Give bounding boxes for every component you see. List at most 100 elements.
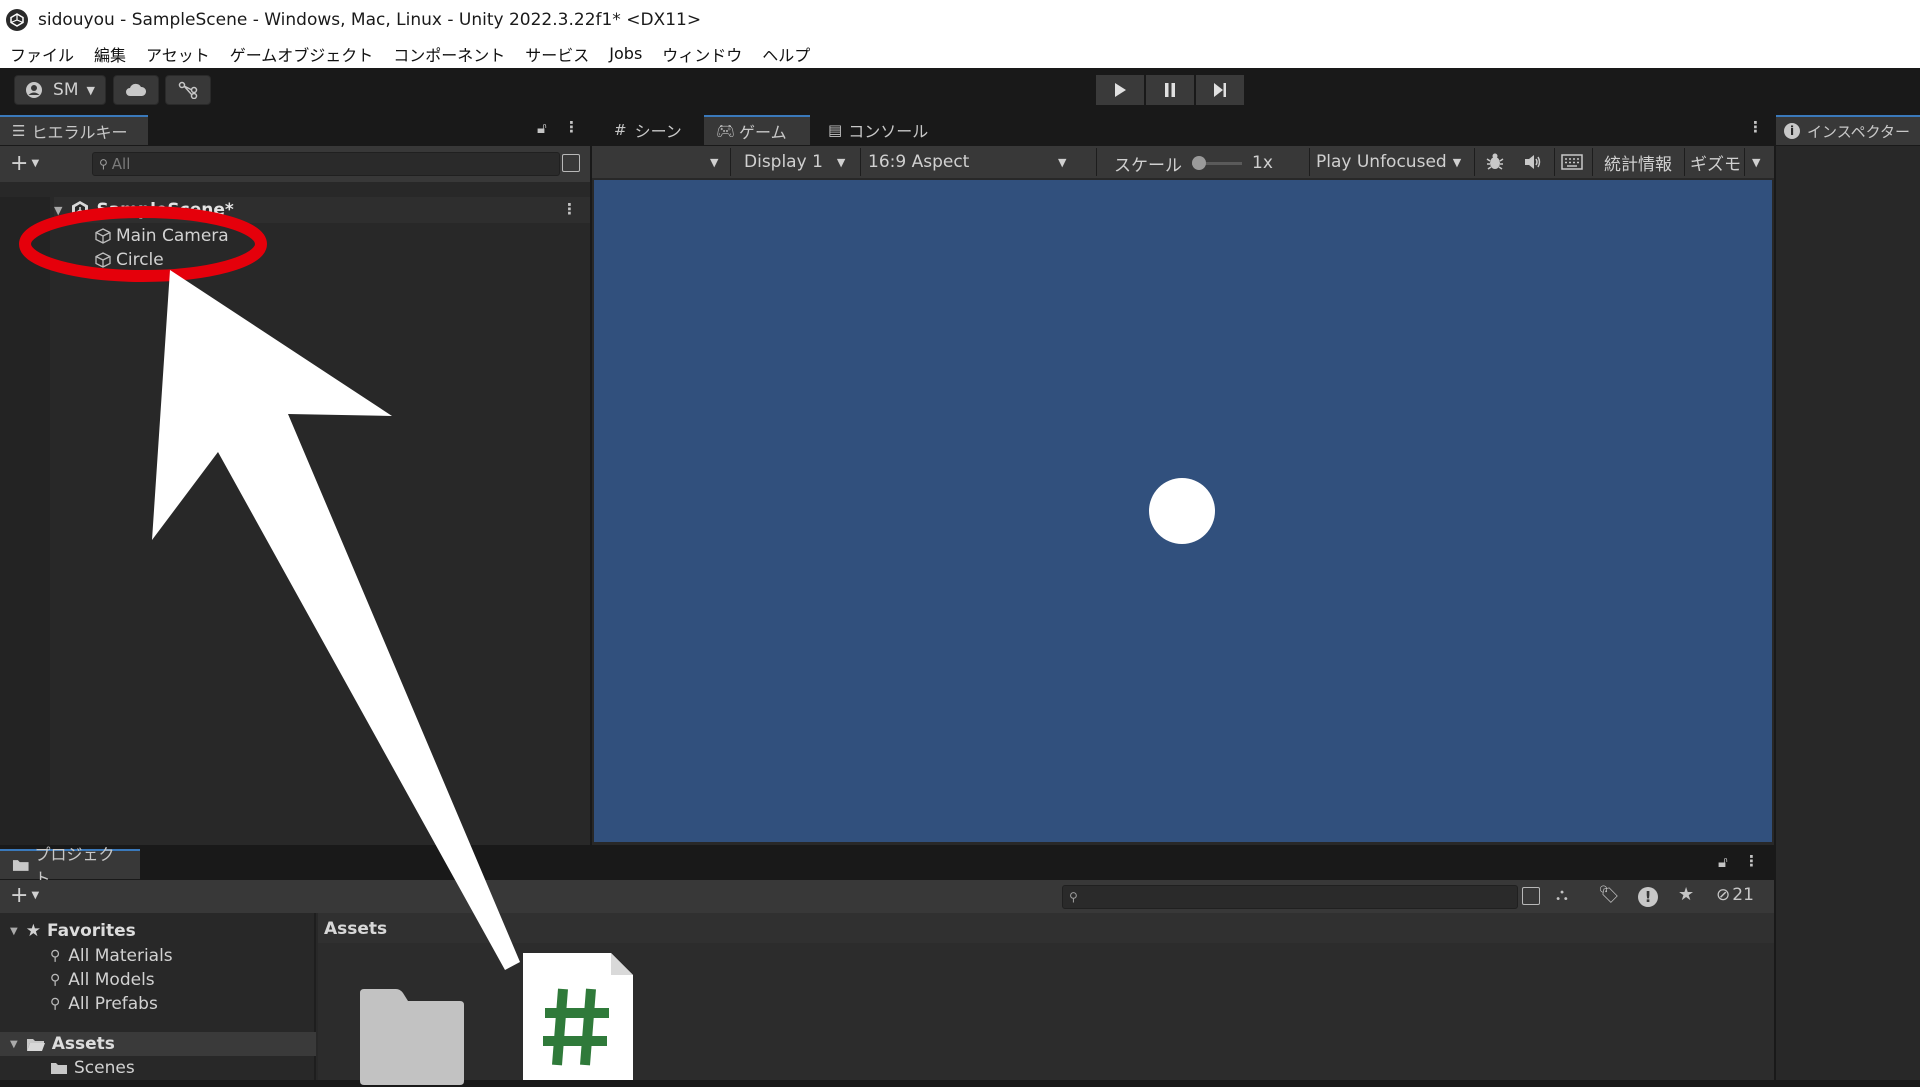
mute-audio-button[interactable] <box>1523 147 1543 177</box>
expand-arrow-icon[interactable]: ▼ <box>54 204 62 217</box>
favorite-label: All Prefabs <box>68 994 158 1014</box>
step-button[interactable] <box>1196 75 1244 105</box>
separator <box>1744 148 1745 176</box>
play-button[interactable] <box>1096 75 1144 105</box>
project-search-input[interactable]: ⚲ <box>1062 885 1518 909</box>
scale-slider-handle[interactable] <box>1192 156 1206 170</box>
favorite-star-icon[interactable]: ★ <box>1678 884 1694 905</box>
scene-row[interactable]: ▼ SampleScene* ⋮ <box>54 197 590 223</box>
menu-file[interactable]: ファイル <box>0 42 84 66</box>
stats-button[interactable]: 統計情報 <box>1604 147 1672 177</box>
star-icon: ★ <box>25 921 41 941</box>
lock-icon[interactable]: 🔓︎ <box>1718 853 1728 871</box>
separator <box>730 148 731 176</box>
aspect-dropdown[interactable]: 16:9 Aspect ▼ <box>868 147 1074 177</box>
menu-edit[interactable]: 編集 <box>84 42 136 66</box>
plus-icon: + <box>10 151 29 176</box>
hierarchy-tree: ▼ SampleScene* ⋮ Main Camera Circle <box>0 197 590 845</box>
favorites-header[interactable]: ▼ ★ Favorites <box>10 921 136 941</box>
game-view-viewport[interactable] <box>594 180 1772 842</box>
hierarchy-panel: ☰ ヒエラルキー 🔓︎ ⋮ + ▼ ⚲ All ▼ SampleScene* ⋮ … <box>0 113 590 845</box>
chevron-down-icon: ▼ <box>1752 155 1761 169</box>
account-label: SM <box>53 80 79 100</box>
gameobject-cube-icon <box>95 228 111 244</box>
lock-icon[interactable]: 🔓︎ <box>537 119 547 137</box>
display-label: Display 1 <box>744 152 823 172</box>
chevron-down-icon: ▼ <box>1058 155 1067 169</box>
game-mode-dropdown[interactable]: ▼ <box>710 147 718 177</box>
collab-button[interactable] <box>165 75 211 105</box>
display-dropdown[interactable]: Display 1 ▼ <box>744 147 845 177</box>
menu-services[interactable]: サービス <box>515 42 599 66</box>
hierarchy-item-circle[interactable]: Circle <box>94 249 164 271</box>
folder-item-scenes[interactable]: Scenes <box>50 1058 135 1078</box>
play-mode-dropdown[interactable]: Play Unfocused ▼ <box>1316 147 1461 177</box>
separator <box>1309 148 1310 176</box>
menu-jobs[interactable]: Jobs <box>599 44 652 63</box>
scale-label: スケール <box>1114 155 1182 176</box>
chevron-down-icon: ▼ <box>86 83 95 97</box>
add-object-button[interactable]: + ▼ <box>10 151 39 176</box>
kebab-menu-icon[interactable]: ⋮ <box>564 118 579 136</box>
create-asset-button[interactable]: + ▼ <box>10 883 39 908</box>
hierarchy-item-main-camera[interactable]: Main Camera <box>94 225 229 247</box>
filter-by-type-icon[interactable]: ⛬ <box>1556 885 1568 905</box>
frame-debugger-button[interactable] <box>1485 147 1505 177</box>
tab-inspector[interactable]: i インスペクター <box>1776 115 1920 145</box>
gizmos-dropdown[interactable]: ▼ <box>1752 147 1760 177</box>
menu-gameobject[interactable]: ゲームオブジェクト <box>220 42 384 66</box>
project-panel: プロジェクト 🔓︎ ⋮ + ▼ ⚲ ⛬ 🏷︎ ! ★ ⊘ 21 ▼ ★ Favor… <box>0 845 1774 1085</box>
label-tag-icon[interactable]: 🏷︎ <box>1598 885 1620 905</box>
branch-icon <box>178 81 198 99</box>
inspector-tabstrip: i インスペクター <box>1776 113 1920 146</box>
folder-icon <box>51 1063 67 1074</box>
expand-arrow-icon: ▼ <box>10 1038 18 1050</box>
grid-hash-icon: # <box>614 121 627 139</box>
hidden-packages-toggle[interactable]: ⊘ 21 <box>1716 885 1754 905</box>
menu-assets[interactable]: アセット <box>136 42 220 66</box>
circle-sprite <box>1149 478 1215 544</box>
separator <box>1684 148 1685 176</box>
bug-icon <box>1486 153 1504 170</box>
play-mode-label: Play Unfocused <box>1316 152 1447 172</box>
hierarchy-search-input[interactable]: ⚲ All <box>92 152 560 176</box>
tab-project[interactable]: プロジェクト <box>0 845 140 888</box>
tab-hierarchy[interactable]: ☰ ヒエラルキー <box>0 115 148 145</box>
tab-console[interactable]: ▤ コンソール <box>816 115 940 145</box>
kebab-menu-icon[interactable]: ⋮ <box>1744 852 1759 870</box>
chevron-down-icon: ▼ <box>1452 155 1462 169</box>
tree-gutter <box>0 197 50 845</box>
script-asset-thumbnail[interactable] <box>523 953 633 1080</box>
assets-breadcrumb[interactable]: Assets <box>318 913 1774 943</box>
favorite-item-all-prefabs[interactable]: ⚲ All Prefabs <box>50 994 158 1014</box>
cloud-button[interactable] <box>113 75 159 105</box>
folder-label: Scenes <box>74 1058 135 1078</box>
menu-window[interactable]: ウィンドウ <box>652 42 752 66</box>
favorite-item-all-materials[interactable]: ⚲ All Materials <box>50 946 173 966</box>
log-warning-icon[interactable]: ! <box>1638 887 1658 907</box>
search-placeholder: All <box>111 155 131 173</box>
scenes-folder-thumbnail-icon[interactable] <box>356 987 468 1087</box>
menu-component[interactable]: コンポーネント <box>383 42 515 66</box>
project-folder-tree: ▼ ★ Favorites ⚲ All Materials ⚲ All Mode… <box>0 913 316 1080</box>
scale-slider[interactable] <box>1192 156 1242 170</box>
assets-grid: Assets <box>318 913 1774 1085</box>
kebab-menu-icon[interactable]: ⋮ <box>1748 118 1763 136</box>
pause-button[interactable] <box>1146 75 1194 105</box>
keyboard-shortcuts-button[interactable] <box>1561 147 1583 177</box>
scene-menu-icon[interactable]: ⋮ <box>562 200 577 218</box>
assets-folder-row[interactable]: ▼ Assets <box>0 1032 316 1056</box>
tab-game-label: ゲーム <box>739 123 787 142</box>
account-dropdown[interactable]: SM ▼ <box>14 75 106 105</box>
gizmos-button[interactable]: ギズモ <box>1690 147 1741 177</box>
favorite-item-all-models[interactable]: ⚲ All Models <box>50 970 155 990</box>
search-icon: ⚲ <box>50 948 61 964</box>
search-filter-icon[interactable] <box>1522 887 1540 905</box>
menu-help[interactable]: ヘルプ <box>752 42 820 66</box>
tab-game[interactable]: 🎮︎ ゲーム <box>704 115 810 145</box>
tab-scene[interactable]: # シーン <box>602 115 694 145</box>
tab-console-label: コンソール <box>848 122 929 141</box>
search-filter-icon[interactable] <box>562 154 580 172</box>
unity-scene-icon <box>72 201 89 219</box>
separator <box>860 148 861 176</box>
